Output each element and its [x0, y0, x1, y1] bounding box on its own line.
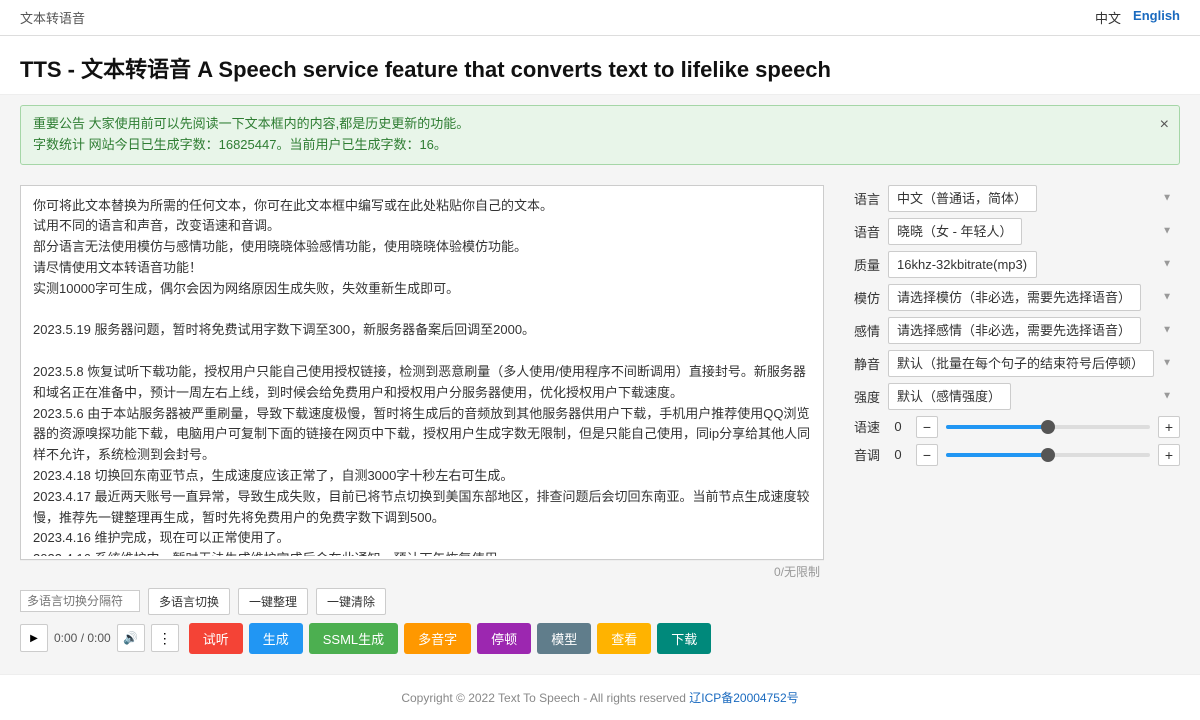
more-btn[interactable]: ⋮	[151, 624, 179, 652]
speed-slider-track[interactable]	[946, 425, 1150, 429]
separator-input[interactable]	[20, 590, 140, 612]
imitate-select-arrow: ▼	[1162, 292, 1172, 303]
voice-select[interactable]: 晓晓（女 - 年轻人）	[888, 218, 1022, 245]
strength-select-arrow: ▼	[1162, 391, 1172, 402]
voice-label: 语音	[840, 222, 880, 241]
speed-minus-btn[interactable]: −	[916, 416, 938, 438]
lang-en-btn[interactable]: English	[1133, 8, 1180, 27]
emotion-select-arrow: ▼	[1162, 325, 1172, 336]
emotion-row: 感情 请选择感情（非必选，需要先选择语音） ▼	[840, 317, 1180, 344]
imitate-select-wrapper: 请选择模仿（非必选，需要先选择语音） ▼	[888, 284, 1180, 311]
quality-row: 质量 16khz-32kbitrate(mp3) ▼	[840, 251, 1180, 278]
check-btn[interactable]: 查看	[597, 623, 651, 654]
speed-plus-btn[interactable]: +	[1158, 416, 1180, 438]
notice-bar: 重要公告 大家使用前可以先阅读一下文本框内的内容,都是历史更新的功能。 字数统计…	[20, 105, 1180, 165]
main-content: 0/无限制 多语言切换 一键整理 一键清除 ▶ 0:00 / 0:00 🔊 ⋮ …	[0, 175, 1200, 664]
pitch-value: 0	[888, 447, 908, 462]
quality-label: 质量	[840, 255, 880, 274]
imitate-select[interactable]: 请选择模仿（非必选，需要先选择语音）	[888, 284, 1141, 311]
page-title: TTS - 文本转语音 A Speech service feature tha…	[20, 52, 1180, 84]
organize-btn[interactable]: 一键整理	[238, 588, 308, 615]
strength-select[interactable]: 默认（感情强度）	[888, 383, 1011, 410]
model-btn[interactable]: 模型	[537, 623, 591, 654]
speed-row: 语速 0 − +	[840, 416, 1180, 438]
speed-value: 0	[888, 419, 908, 434]
right-panel: 语言 中文（普通话，简体） ▼ 语音 晓晓（女 - 年轻人） ▼ 质量	[840, 185, 1180, 654]
language-row: 语言 中文（普通话，简体） ▼	[840, 185, 1180, 212]
footer-icp-link[interactable]: 辽ICP备20004752号	[689, 691, 798, 705]
silence-label: 静音	[840, 354, 880, 373]
pitch-label: 音调	[840, 445, 880, 464]
trial-btn[interactable]: 试听	[189, 623, 243, 654]
strength-select-wrapper: 默认（感情强度） ▼	[888, 383, 1180, 410]
quality-select-wrapper: 16khz-32kbitrate(mp3) ▼	[888, 251, 1180, 278]
volume-btn[interactable]: 🔊	[117, 624, 145, 652]
language-select[interactable]: 中文（普通话，简体）	[888, 185, 1037, 212]
imitate-label: 模仿	[840, 288, 880, 307]
footer: Copyright © 2022 Text To Speech - All ri…	[0, 674, 1200, 720]
generate-btn[interactable]: 生成	[249, 623, 303, 654]
action-buttons-row: ▶ 0:00 / 0:00 🔊 ⋮ 试听 生成 SSML生成 多音字 停顿 模型…	[20, 623, 824, 654]
strength-label: 强度	[840, 387, 880, 406]
imitate-row: 模仿 请选择模仿（非必选，需要先选择语音） ▼	[840, 284, 1180, 311]
main-textarea[interactable]	[21, 186, 823, 556]
silence-select-arrow: ▼	[1162, 358, 1172, 369]
quality-select[interactable]: 16khz-32kbitrate(mp3)	[888, 251, 1037, 278]
char-count: 0/无限制	[20, 560, 824, 582]
strength-row: 强度 默认（感情强度） ▼	[840, 383, 1180, 410]
language-select-arrow: ▼	[1162, 193, 1172, 204]
language-label: 语言	[840, 189, 880, 208]
page-title-area: TTS - 文本转语音 A Speech service feature tha…	[0, 36, 1200, 95]
silence-row: 静音 默认（批量在每个句子的结束符号后停顿） ▼	[840, 350, 1180, 377]
notice-line2: 字数统计 网站今日已生成字数：16825447。当前用户已生成字数：16。	[33, 135, 1149, 156]
header: 文本转语音 中文 English	[0, 0, 1200, 36]
lang-zh-btn[interactable]: 中文	[1095, 8, 1121, 27]
bottom-controls: 多语言切换 一键整理 一键清除	[20, 588, 824, 615]
multi-lang-btn[interactable]: 多语言切换	[148, 588, 230, 615]
audio-controls: ▶ 0:00 / 0:00 🔊 ⋮	[20, 624, 179, 652]
pitch-minus-btn[interactable]: −	[916, 444, 938, 466]
footer-copyright: Copyright © 2022 Text To Speech - All ri…	[401, 691, 689, 705]
time-display: 0:00 / 0:00	[54, 631, 111, 645]
pause-btn[interactable]: 停顿	[477, 623, 531, 654]
language-switcher: 中文 English	[1095, 8, 1180, 27]
pitch-plus-btn[interactable]: +	[1158, 444, 1180, 466]
left-panel: 0/无限制 多语言切换 一键整理 一键清除 ▶ 0:00 / 0:00 🔊 ⋮ …	[20, 185, 824, 654]
speed-label: 语速	[840, 417, 880, 436]
play-btn[interactable]: ▶	[20, 624, 48, 652]
voice-select-arrow: ▼	[1162, 226, 1172, 237]
voice-row: 语音 晓晓（女 - 年轻人） ▼	[840, 218, 1180, 245]
silence-select[interactable]: 默认（批量在每个句子的结束符号后停顿）	[888, 350, 1154, 377]
silence-select-wrapper: 默认（批量在每个句子的结束符号后停顿） ▼	[888, 350, 1180, 377]
pitch-slider-track[interactable]	[946, 453, 1150, 457]
download-btn[interactable]: 下载	[657, 623, 711, 654]
header-title: 文本转语音	[20, 8, 85, 27]
emotion-label: 感情	[840, 321, 880, 340]
voice-select-wrapper: 晓晓（女 - 年轻人） ▼	[888, 218, 1180, 245]
emotion-select[interactable]: 请选择感情（非必选，需要先选择语音）	[888, 317, 1141, 344]
clear-btn[interactable]: 一键清除	[316, 588, 386, 615]
ssml-btn[interactable]: SSML生成	[309, 623, 398, 654]
emotion-select-wrapper: 请选择感情（非必选，需要先选择语音） ▼	[888, 317, 1180, 344]
notice-close-btn[interactable]: ×	[1160, 112, 1169, 138]
notice-line1: 重要公告 大家使用前可以先阅读一下文本框内的内容,都是历史更新的功能。	[33, 114, 1149, 135]
multi-btn[interactable]: 多音字	[404, 623, 471, 654]
text-container	[20, 185, 824, 560]
quality-select-arrow: ▼	[1162, 259, 1172, 270]
language-select-wrapper: 中文（普通话，简体） ▼	[888, 185, 1180, 212]
pitch-row: 音调 0 − +	[840, 444, 1180, 466]
